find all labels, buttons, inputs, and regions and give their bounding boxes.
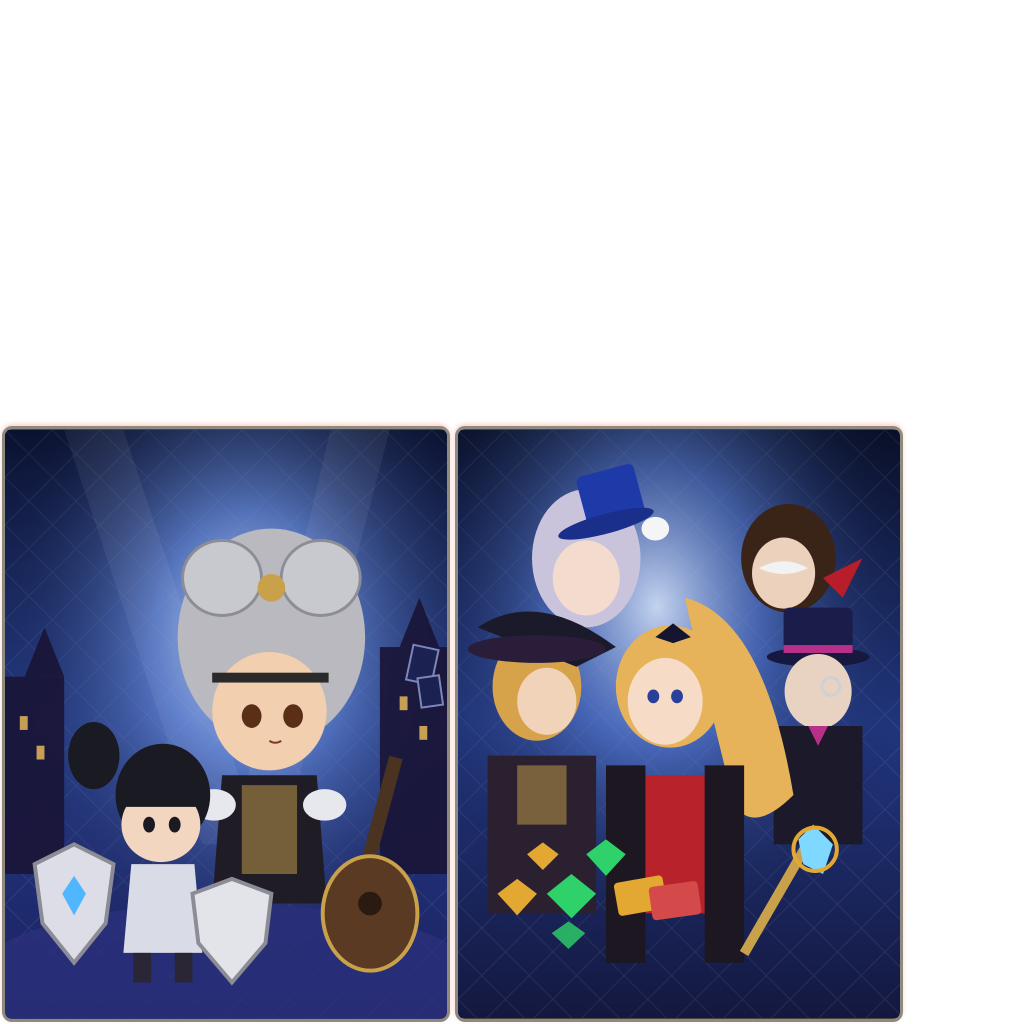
chibi-warriors-illustration xyxy=(5,429,447,1019)
masquerade-heroes-illustration xyxy=(458,429,900,1019)
card-artwork-masquerade-heroes xyxy=(458,429,900,1019)
card-artwork-chibi-warriors xyxy=(5,429,447,1019)
character-card-right[interactable] xyxy=(455,426,903,1022)
character-card-left[interactable] xyxy=(2,426,450,1022)
card-selection-area xyxy=(0,0,1024,1024)
